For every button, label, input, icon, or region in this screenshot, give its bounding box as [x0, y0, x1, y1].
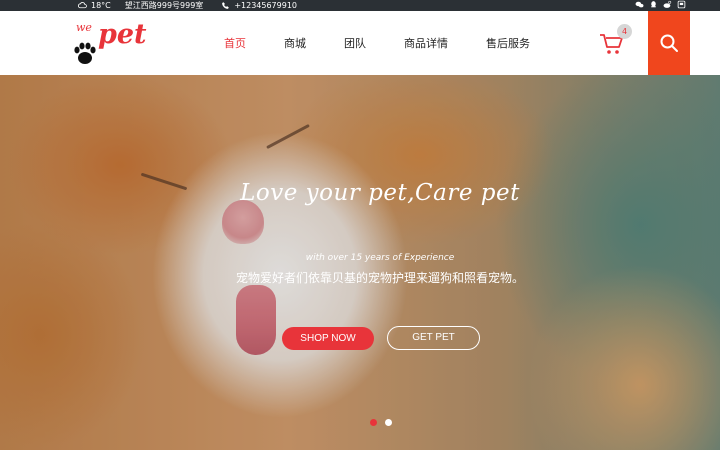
nav-item-product-details[interactable]: 商品详情 — [404, 35, 448, 51]
search-button[interactable] — [648, 11, 690, 75]
nav-item-shop[interactable]: 商城 — [284, 35, 306, 51]
search-icon — [660, 34, 678, 52]
hero-banner: Love your pet,Care pet with over 15 year… — [0, 75, 720, 450]
hero-title: Love your pet,Care pet — [240, 180, 520, 206]
slide-indicator-2[interactable] — [385, 419, 392, 426]
hero-description: 宠物爱好者们依靠贝基的宠物护理来遛狗和照看宠物。 — [235, 271, 524, 285]
site-header: we pet 首页 商城 团队 商品详情 售后服务 4 — [0, 11, 720, 75]
phone-text: +12345679910 — [234, 1, 298, 10]
social-links — [635, 0, 686, 9]
phone-icon — [221, 1, 230, 10]
logo-pet-text: pet — [98, 19, 147, 50]
wechat-icon[interactable] — [635, 0, 644, 9]
slide-indicator-1[interactable] — [370, 419, 377, 426]
logo-we-text: we — [76, 21, 92, 34]
shop-now-button[interactable]: SHOP NOW — [282, 327, 374, 350]
cloud-icon — [78, 1, 87, 10]
address-text: 望江西路999号999室 — [124, 1, 204, 10]
hero-subtitle: with over 15 years of Experience — [305, 253, 455, 263]
temperature-text: 18°C — [91, 1, 111, 10]
site-logo[interactable]: we pet — [70, 19, 155, 69]
contact-info: 18°C 望江西路999号999室 +12345679910 — [78, 0, 297, 11]
get-pet-button[interactable]: GET PET — [387, 326, 480, 350]
douban-icon[interactable] — [677, 0, 686, 9]
nav-item-home[interactable]: 首页 — [224, 35, 246, 51]
paw-icon — [72, 40, 98, 66]
nav-item-team[interactable]: 团队 — [344, 35, 366, 51]
weibo-icon[interactable] — [663, 0, 672, 9]
main-nav: 首页 商城 团队 商品详情 售后服务 — [224, 11, 568, 75]
nav-item-after-sales[interactable]: 售后服务 — [486, 35, 530, 51]
top-info-bar: 18°C 望江西路999号999室 +12345679910 — [0, 0, 720, 11]
qq-icon[interactable] — [649, 0, 658, 9]
cart-count-badge: 4 — [617, 24, 632, 39]
